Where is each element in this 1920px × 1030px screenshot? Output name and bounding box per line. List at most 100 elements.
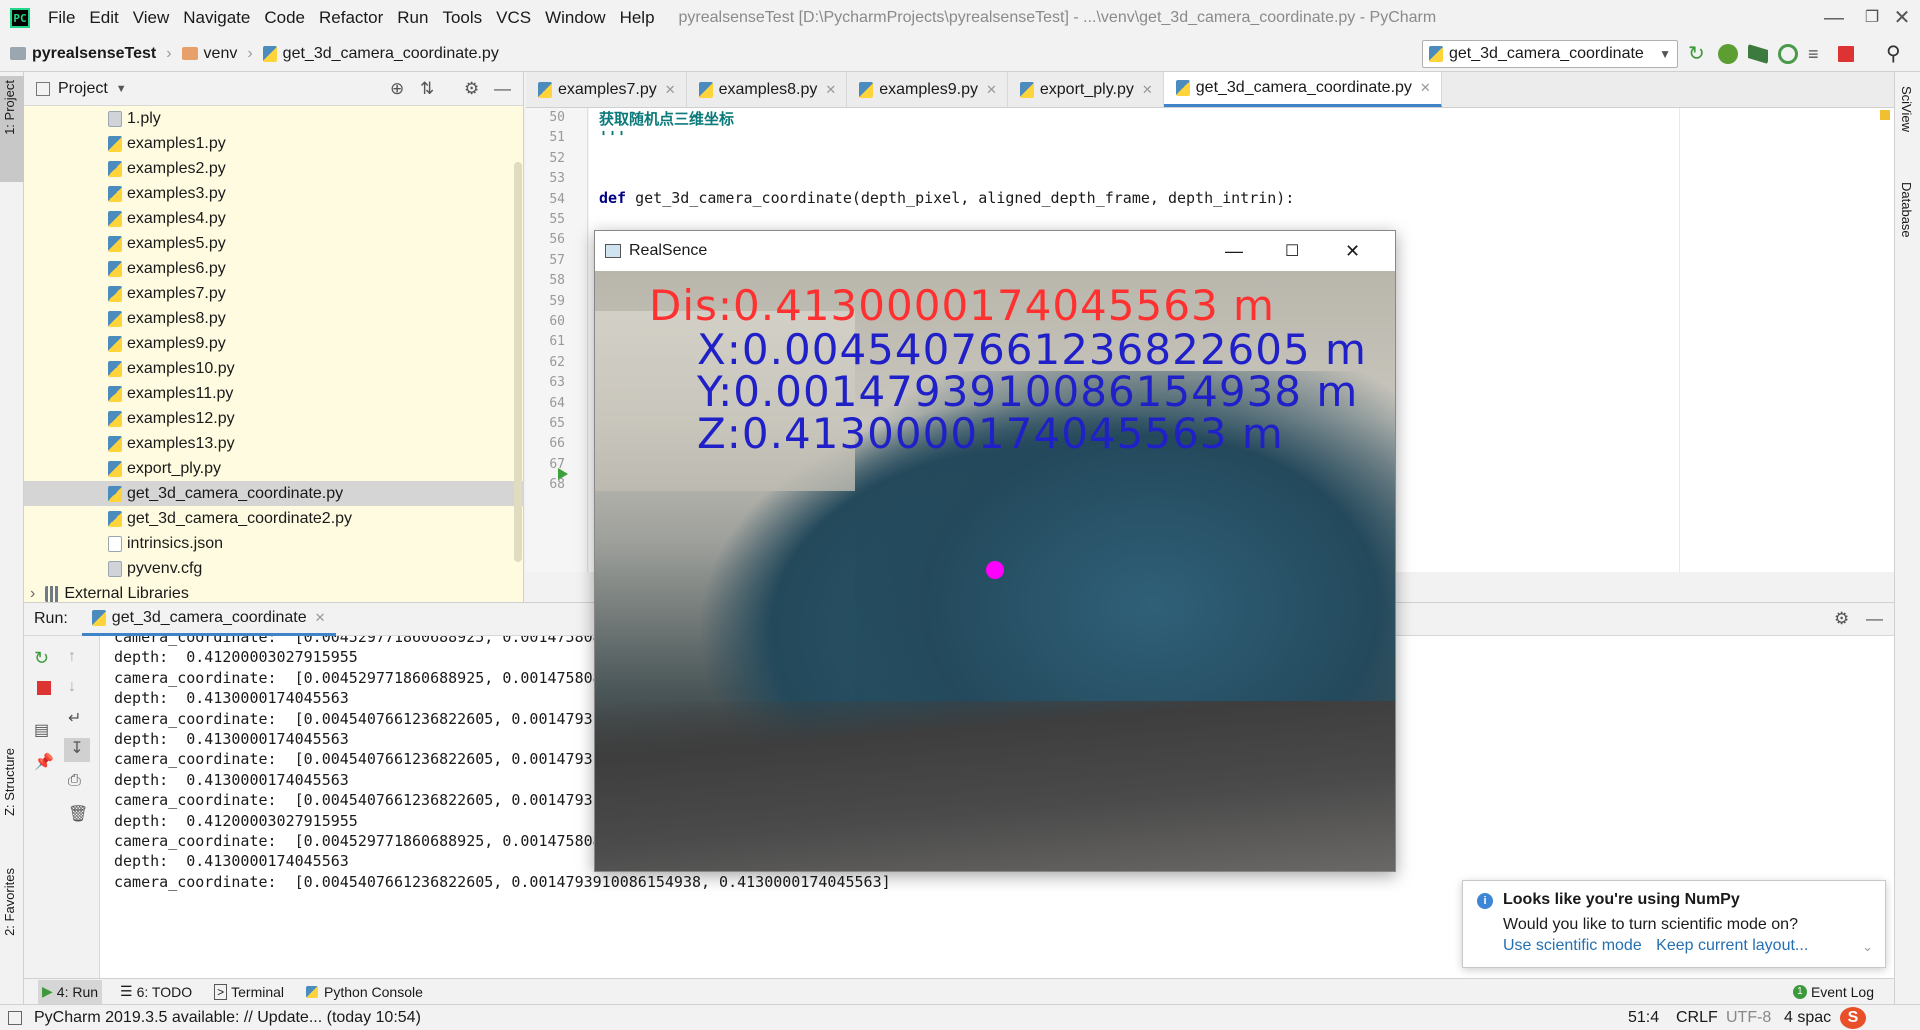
indent-setting[interactable]: 4 spac (1784, 1009, 1831, 1027)
close-icon[interactable]: ✕ (1345, 241, 1360, 262)
tree-item[interactable]: examples6.py (24, 256, 524, 281)
tree-item[interactable]: examples8.py (24, 306, 524, 331)
tab-examples7[interactable]: examples7.py ✕ (526, 72, 687, 107)
minimize-icon[interactable]: — (1816, 4, 1852, 32)
tree-item[interactable]: examples11.py (24, 381, 524, 406)
run-concurrency-icon[interactable]: ≡ (1808, 44, 1828, 64)
run-with-coverage-icon[interactable] (1748, 44, 1768, 64)
tab-export-ply[interactable]: export_ply.py ✕ (1008, 72, 1164, 107)
run-tool-button[interactable]: ▶ 4: Run (38, 979, 103, 1004)
python-console-tool-button[interactable]: Python Console (302, 980, 427, 1004)
tree-item[interactable]: examples12.py (24, 406, 524, 431)
layout-icon[interactable]: ▤ (34, 720, 54, 740)
caret-position[interactable]: 51:4 (1628, 1009, 1659, 1027)
rerun-icon[interactable]: ↻ (34, 648, 54, 668)
project-tool-tab[interactable]: 1: Project (2, 80, 17, 135)
tree-item[interactable]: examples3.py (24, 181, 524, 206)
menu-window[interactable]: Window (545, 8, 605, 28)
use-scientific-mode-link[interactable]: Use scientific mode (1503, 937, 1642, 954)
expand-notification-icon[interactable]: ⌄ (1862, 939, 1873, 955)
file-encoding[interactable]: UTF-8 (1726, 1009, 1771, 1027)
menu-view[interactable]: View (133, 8, 170, 28)
tool-windows-toggle-icon[interactable] (8, 1010, 22, 1025)
status-message[interactable]: PyCharm 2019.3.5 available: // Update...… (34, 1009, 421, 1027)
gear-icon[interactable]: ⚙ (464, 79, 479, 99)
print-icon[interactable]: ⎙ (68, 772, 88, 792)
project-panel-title[interactable]: Project (58, 80, 108, 98)
tab-get-3d-camera-coordinate[interactable]: get_3d_camera_coordinate.py ✕ (1163, 72, 1442, 107)
menu-help[interactable]: Help (620, 8, 655, 28)
realsence-window[interactable]: RealSence — ☐ ✕ Dis:0.4130000174045563 m… (594, 230, 1396, 872)
arrow-up-icon[interactable]: ↑ (68, 648, 88, 668)
debug-icon[interactable] (1718, 44, 1738, 64)
database-tool-tab[interactable]: Database (1899, 182, 1914, 238)
todo-tool-button[interactable]: ☰ 6: TODO (116, 980, 196, 1004)
close-tab-icon[interactable]: ✕ (825, 82, 836, 98)
run-tab[interactable]: get_3d_camera_coordinate ✕ (81, 603, 336, 636)
close-tab-icon[interactable]: ✕ (1142, 82, 1153, 98)
close-tab-icon[interactable]: ✕ (665, 82, 676, 98)
chevron-down-icon[interactable]: ▼ (116, 83, 127, 95)
realsence-titlebar[interactable]: RealSence — ☐ ✕ (595, 231, 1395, 271)
input-method-icon[interactable]: S (1840, 1006, 1866, 1029)
breadcrumb-project[interactable]: pyrealsenseTest › (10, 45, 172, 63)
breadcrumb-file[interactable]: get_3d_camera_coordinate.py (262, 45, 499, 63)
tree-item[interactable]: examples5.py (24, 231, 524, 256)
arrow-down-icon[interactable]: ↓ (68, 678, 88, 698)
close-tab-icon[interactable]: ✕ (1420, 80, 1431, 96)
search-icon[interactable]: ⚲ (1886, 44, 1906, 64)
minimize-icon[interactable]: — (1225, 241, 1243, 262)
terminal-tool-button[interactable]: > Terminal (210, 980, 288, 1004)
stop-icon[interactable] (1838, 46, 1854, 62)
menu-run[interactable]: Run (397, 8, 428, 28)
menu-refactor[interactable]: Refactor (319, 8, 383, 28)
profile-icon[interactable] (1778, 44, 1798, 64)
event-log-button[interactable]: 1 Event Log (1789, 980, 1878, 1004)
tree-item[interactable]: intrinsics.json (24, 531, 524, 556)
close-tab-icon[interactable]: ✕ (315, 610, 326, 626)
tree-item[interactable]: examples2.py (24, 156, 524, 181)
trash-icon[interactable]: 🗑 (68, 804, 88, 824)
tree-item[interactable]: examples13.py (24, 431, 524, 456)
maximize-icon[interactable]: ☐ (1285, 241, 1299, 261)
tree-item[interactable]: get_3d_camera_coordinate2.py (24, 506, 524, 531)
breadcrumb-venv[interactable]: venv › (181, 45, 253, 63)
keep-current-layout-link[interactable]: Keep current layout... (1656, 937, 1808, 954)
collapse-all-icon[interactable]: ⇅ (420, 79, 434, 99)
sciview-tool-tab[interactable]: SciView (1899, 86, 1914, 132)
favorites-tool-tab[interactable]: 2: Favorites (2, 868, 17, 936)
tree-item[interactable]: examples9.py (24, 331, 524, 356)
inspection-warning-icon[interactable] (1880, 110, 1890, 120)
hide-icon[interactable]: — (494, 79, 511, 99)
close-tab-icon[interactable]: ✕ (986, 82, 997, 98)
tree-item[interactable]: pyvenv.cfg (24, 556, 524, 581)
soft-wrap-icon[interactable]: ↵ (68, 708, 88, 728)
rerun-icon[interactable]: ↻ (1688, 44, 1708, 64)
gear-icon[interactable]: ⚙ (1834, 609, 1849, 629)
tab-examples8[interactable]: examples8.py ✕ (687, 72, 848, 107)
locate-icon[interactable]: ⊕ (390, 79, 404, 99)
structure-tool-tab[interactable]: Z: Structure (2, 748, 17, 816)
chevron-right-icon[interactable]: › (30, 585, 35, 603)
tree-item[interactable]: 1.ply (24, 106, 524, 131)
stop-icon[interactable] (37, 681, 51, 695)
tree-item[interactable]: get_3d_camera_coordinate.py (24, 481, 524, 506)
menu-tools[interactable]: Tools (442, 8, 482, 28)
tree-item[interactable]: examples1.py (24, 131, 524, 156)
scroll-to-end-icon[interactable]: ↧ (64, 738, 90, 762)
tree-item[interactable]: examples4.py (24, 206, 524, 231)
menu-code[interactable]: Code (264, 8, 305, 28)
close-icon[interactable]: ✕ (1884, 4, 1920, 32)
tree-item[interactable]: examples10.py (24, 356, 524, 381)
project-scrollbar[interactable] (514, 162, 522, 562)
tree-item[interactable]: examples7.py (24, 281, 524, 306)
menu-vcs[interactable]: VCS (496, 8, 531, 28)
menu-file[interactable]: File (48, 8, 75, 28)
pin-icon[interactable]: 📌 (34, 752, 54, 772)
menu-navigate[interactable]: Navigate (183, 8, 250, 28)
tab-examples9[interactable]: examples9.py ✕ (847, 72, 1008, 107)
menu-edit[interactable]: Edit (89, 8, 118, 28)
run-configuration-select[interactable]: get_3d_camera_coordinate ▼ (1422, 40, 1678, 68)
tree-item[interactable]: export_ply.py (24, 456, 524, 481)
hide-icon[interactable]: — (1866, 609, 1883, 629)
